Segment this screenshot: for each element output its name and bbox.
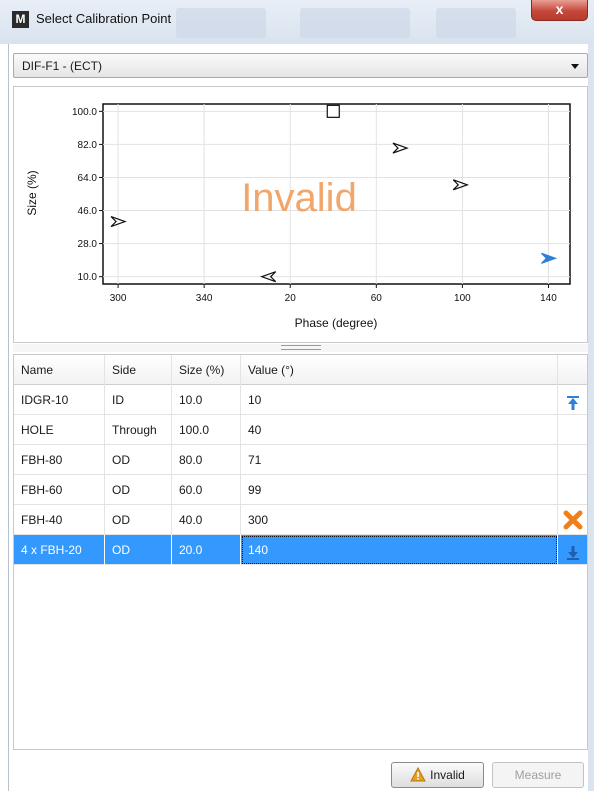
x-tick-label: 300 — [110, 293, 127, 304]
x-axis-label: Phase (degree) — [295, 316, 378, 330]
splitter-grip-icon — [281, 345, 321, 350]
cell-size[interactable]: 100.0 — [172, 415, 241, 445]
calibration-chart-panel: 100.0 82.0 64.0 46.0 28.0 10.0 300 340 20 60 100 1… — [13, 86, 588, 343]
row-action-cell — [558, 445, 587, 475]
x-tick-label: 20 — [285, 293, 297, 304]
background-toolbar-ghost — [300, 8, 410, 38]
title-bar: M Select Calibration Point x — [0, 0, 594, 44]
table-header: Name Side Size (%) Value (°) — [14, 355, 587, 385]
cell-name[interactable]: IDGR-10 — [14, 385, 105, 415]
cell-size[interactable]: 20.0 — [172, 535, 241, 565]
warning-icon — [410, 767, 426, 782]
table-row[interactable]: 4 x FBH-20 OD 20.0 140 — [14, 535, 587, 565]
table-row[interactable]: FBH-40 OD 40.0 300 — [14, 505, 587, 535]
y-axis-ticks: 100.0 82.0 64.0 46.0 28.0 10.0 — [72, 107, 103, 283]
cell-name[interactable]: FBH-60 — [14, 475, 105, 505]
move-to-top-icon[interactable] — [565, 392, 581, 415]
y-axis-label: Size (%) — [25, 170, 39, 215]
y-tick-label: 28.0 — [78, 239, 98, 250]
cell-side[interactable]: Through — [105, 415, 172, 445]
background-toolbar-ghost — [436, 8, 516, 38]
cell-value[interactable]: 40 — [241, 415, 558, 445]
delete-icon[interactable] — [562, 509, 584, 535]
y-tick-label: 10.0 — [78, 272, 98, 283]
cell-size[interactable]: 10.0 — [172, 385, 241, 415]
invalid-button[interactable]: Invalid — [391, 762, 484, 788]
chevron-down-icon — [571, 64, 579, 69]
column-header-action — [558, 355, 587, 385]
window-frame-right — [588, 44, 594, 791]
table-body: IDGR-10 ID 10.0 10 HOLE Through 100.0 40 FBH-80 O… — [14, 385, 587, 565]
probe-channel-dropdown[interactable]: DIF-F1 - (ECT) — [13, 53, 588, 78]
cell-name[interactable]: FBH-80 — [14, 445, 105, 475]
row-action-cell — [558, 535, 587, 565]
row-action-cell — [558, 385, 587, 415]
x-tick-label: 60 — [371, 293, 383, 304]
y-tick-label: 64.0 — [78, 173, 98, 184]
calibration-points-table: Name Side Size (%) Value (°) IDGR-10 ID 10… — [13, 354, 588, 750]
cell-value[interactable]: 99 — [241, 475, 558, 505]
window-title: Select Calibration Point — [36, 11, 172, 26]
x-tick-label: 100 — [454, 293, 471, 304]
column-header-size[interactable]: Size (%) — [172, 355, 241, 385]
dropdown-selected-value: DIF-F1 - (ECT) — [22, 59, 102, 73]
x-axis-ticks: 300 340 20 60 100 140 — [110, 284, 557, 304]
table-row[interactable]: FBH-60 OD 60.0 99 — [14, 475, 587, 505]
cell-name[interactable]: 4 x FBH-20 — [14, 535, 105, 565]
chart-point-square — [326, 104, 340, 118]
column-header-name[interactable]: Name — [14, 355, 105, 385]
cell-value[interactable]: 10 — [241, 385, 558, 415]
row-action-cell — [558, 505, 587, 535]
cell-value[interactable]: 140 — [241, 535, 558, 565]
cell-name[interactable]: FBH-40 — [14, 505, 105, 535]
cell-side[interactable]: ID — [105, 385, 172, 415]
calibration-scatter-chart: 100.0 82.0 64.0 46.0 28.0 10.0 300 340 20 60 100 1… — [25, 103, 571, 330]
table-row[interactable]: HOLE Through 100.0 40 — [14, 415, 587, 445]
table-grid: Name Side Size (%) Value (°) IDGR-10 ID 10… — [14, 355, 587, 565]
x-tick-label: 140 — [540, 293, 557, 304]
cell-side[interactable]: OD — [105, 535, 172, 565]
cell-size[interactable]: 80.0 — [172, 445, 241, 475]
y-tick-label: 46.0 — [78, 206, 98, 217]
cell-size[interactable]: 40.0 — [172, 505, 241, 535]
background-toolbar-ghost — [176, 8, 266, 38]
invalid-button-label: Invalid — [430, 768, 465, 782]
close-button[interactable]: x — [531, 0, 588, 21]
table-row[interactable]: FBH-80 OD 80.0 71 — [14, 445, 587, 475]
row-action-cell — [558, 415, 587, 445]
cell-side[interactable]: OD — [105, 505, 172, 535]
app-icon: M — [12, 11, 29, 28]
invalid-overlay: Invalid — [241, 176, 357, 220]
panel-splitter[interactable] — [13, 344, 588, 352]
cell-size[interactable]: 60.0 — [172, 475, 241, 505]
y-tick-label: 100.0 — [72, 107, 97, 118]
cell-value[interactable]: 300 — [241, 505, 558, 535]
measure-button[interactable]: Measure — [492, 762, 584, 788]
cell-value[interactable]: 71 — [241, 445, 558, 475]
row-action-cell — [558, 475, 587, 505]
move-to-bottom-icon[interactable] — [565, 542, 581, 565]
column-header-value[interactable]: Value (°) — [241, 355, 558, 385]
cell-side[interactable]: OD — [105, 445, 172, 475]
x-tick-label: 340 — [196, 293, 213, 304]
y-tick-label: 82.0 — [78, 140, 98, 151]
table-row[interactable]: IDGR-10 ID 10.0 10 — [14, 385, 587, 415]
cell-side[interactable]: OD — [105, 475, 172, 505]
column-header-side[interactable]: Side — [105, 355, 172, 385]
cell-name[interactable]: HOLE — [14, 415, 105, 445]
